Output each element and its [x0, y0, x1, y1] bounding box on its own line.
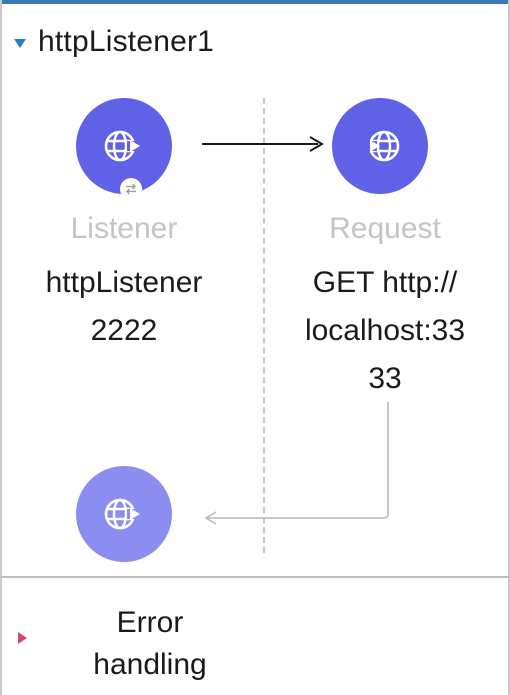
- error-handling-line2: handling: [93, 648, 207, 681]
- error-handling-line1: Error: [116, 606, 184, 639]
- listener-type-label: Listener: [70, 212, 178, 245]
- globe-inbound-icon: [104, 498, 140, 530]
- globe-inbound-icon: [104, 130, 140, 162]
- flow-connector-arrow: [202, 136, 324, 152]
- swap-icon: [120, 178, 142, 200]
- flow-canvas: httpListener1 Listener httpListener 2222…: [0, 0, 510, 695]
- expand-triangle-icon[interactable]: [14, 38, 26, 48]
- top-border: [0, 0, 510, 4]
- response-node-icon[interactable]: [76, 466, 172, 562]
- flow-header[interactable]: httpListener1: [14, 22, 214, 62]
- request-url-line1: GET http://: [312, 266, 458, 299]
- request-node-icon[interactable]: [332, 98, 428, 194]
- globe-outbound-icon: [367, 130, 400, 162]
- request-url-line3: 33: [368, 362, 402, 395]
- collapse-triangle-icon[interactable]: [18, 632, 27, 644]
- request-type-label: Request: [329, 212, 441, 245]
- listener-config-port: 2222: [90, 314, 158, 347]
- flow-title: httpListener1: [38, 25, 215, 58]
- listener-config-name: httpListener: [45, 266, 203, 299]
- error-handling-label: Error handling: [60, 602, 240, 686]
- error-handling-section[interactable]: Error handling: [0, 578, 510, 695]
- return-connector-arrow: [204, 402, 389, 525]
- request-url-line2: localhost:33: [304, 314, 466, 347]
